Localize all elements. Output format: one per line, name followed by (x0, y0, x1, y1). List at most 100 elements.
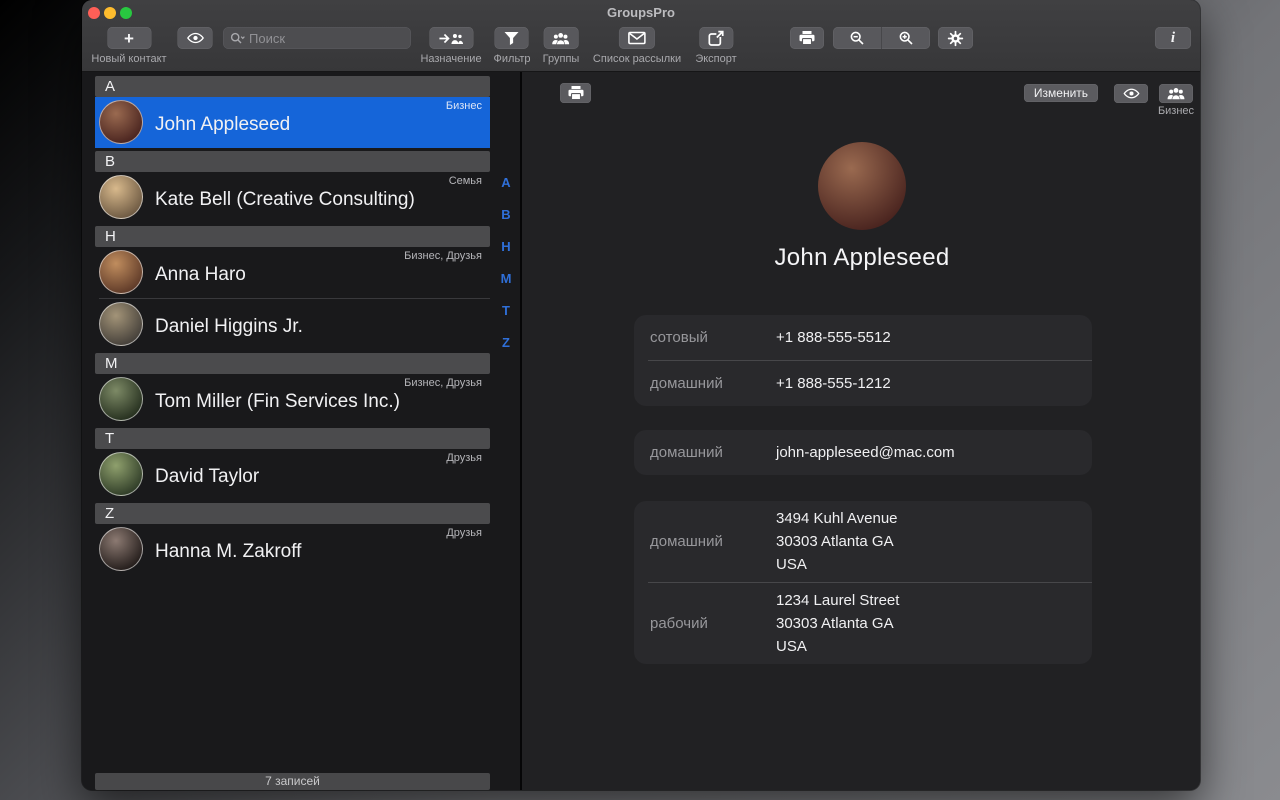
settings-button[interactable] (938, 27, 973, 49)
contact-name: David Taylor (155, 465, 259, 487)
filter-button[interactable] (495, 27, 529, 49)
contact-name: Hanna M. Zakroff (155, 540, 301, 562)
field-label: сотовый (650, 329, 776, 346)
card-row[interactable]: домашнийjohn-appleseed@mac.com (634, 430, 1092, 475)
contact-list-pane: A John Appleseed Бизнес BKate Bell (Creativ… (82, 72, 520, 790)
card-row[interactable]: рабочий1234 Laurel Street30303 Atlanta G… (634, 583, 1092, 664)
contact-tags: Бизнес, Друзья (404, 250, 482, 262)
contact-row[interactable]: Anna Haro Бизнес, Друзья (95, 247, 490, 298)
groups-button[interactable] (544, 27, 579, 49)
field-label: домашний (650, 375, 776, 392)
avatar (99, 527, 143, 571)
field-value: +1 888-555-1212 (776, 372, 891, 395)
field-value: +1 888-555-5512 (776, 326, 891, 349)
section-header: T (95, 428, 490, 449)
avatar (99, 100, 143, 144)
contact-row[interactable]: David TaylorДрузья (95, 449, 490, 500)
filter-icon (504, 31, 520, 46)
envelope-icon (628, 31, 646, 45)
contact-row[interactable]: Tom Miller (Fin Services Inc.)Бизнес, Др… (95, 374, 490, 425)
avatar (99, 452, 143, 496)
value-line: 30303 Atlanta GA (776, 530, 898, 553)
groups-tool: Группы (543, 27, 580, 65)
section-header: Z (95, 503, 490, 524)
zoom-out-button[interactable] (833, 27, 882, 49)
contact-row[interactable]: Kate Bell (Creative Consulting)Семья (95, 172, 490, 223)
contact-name: Daniel Higgins Jr. (155, 315, 303, 337)
contact-detail-pane: Изменить Бизнес John Appleseed сотовый+1… (522, 72, 1200, 790)
contact-row[interactable]: Daniel Higgins Jr. (95, 299, 490, 350)
value-line: 30303 Atlanta GA (776, 612, 899, 635)
gear-icon (947, 30, 964, 47)
index-letter[interactable]: Z (494, 330, 518, 362)
contact-tags: Семья (449, 175, 482, 187)
groups-icon (551, 31, 571, 46)
info-button[interactable]: i (1155, 27, 1191, 49)
section-header: M (95, 353, 490, 374)
contact-section: BKate Bell (Creative Consulting)Семья (95, 151, 490, 223)
assign-arrow-people-icon (438, 31, 464, 46)
field-label: домашний (650, 533, 776, 550)
value-line: 1234 Laurel Street (776, 589, 899, 612)
contact-row[interactable]: Hanna M. Zakroff Друзья (95, 524, 490, 575)
assign-tool: Назначение (420, 27, 481, 65)
card-row[interactable]: домашний+1 888-555-1212 (634, 361, 1092, 406)
eye-icon (1123, 87, 1140, 100)
filter-label: Фильтр (494, 54, 531, 65)
detail-print-button[interactable] (560, 83, 591, 103)
export-tool: Экспорт (695, 27, 736, 65)
contact-name: John Appleseed (155, 113, 290, 135)
field-label: домашний (650, 444, 776, 461)
contact-tags: Друзья (446, 527, 482, 539)
phone-card: сотовый+1 888-555-5512домашний+1 888-555… (634, 315, 1092, 406)
contact-tags: Бизнес (446, 100, 482, 112)
search-icon (230, 32, 245, 45)
contact-tags: Бизнес, Друзья (404, 377, 482, 389)
value-line: USA (776, 553, 898, 576)
address-card: домашний3494 Kuhl Avenue30303 Atlanta GA… (634, 501, 1092, 664)
info-icon: i (1171, 30, 1175, 47)
edit-button[interactable]: Изменить (1024, 84, 1098, 102)
assign-button[interactable] (429, 27, 473, 49)
print-button[interactable] (790, 27, 824, 49)
value-line: 3494 Kuhl Avenue (776, 507, 898, 530)
preview-tool (178, 27, 213, 49)
contact-row[interactable]: John Appleseed Бизнес (95, 97, 490, 148)
index-letter[interactable]: T (494, 298, 518, 330)
eye-icon (186, 31, 204, 45)
avatar (99, 175, 143, 219)
avatar (99, 302, 143, 346)
card-row[interactable]: сотовый+1 888-555-5512 (634, 315, 1092, 360)
search-input[interactable] (249, 31, 425, 46)
detail-preview-button[interactable] (1114, 84, 1148, 103)
detail-groups-button[interactable] (1159, 84, 1193, 103)
value-line: USA (776, 635, 899, 658)
index-letter[interactable]: H (494, 234, 518, 266)
preview-button[interactable] (178, 27, 213, 49)
plus-icon: + (124, 30, 134, 47)
assign-label: Назначение (420, 54, 481, 65)
section-header: A (95, 76, 490, 97)
contact-list: A John Appleseed Бизнес BKate Bell (Creativ… (95, 76, 490, 578)
index-letter[interactable]: M (494, 266, 518, 298)
print-icon (798, 30, 816, 46)
record-count: 7 записей (95, 773, 490, 790)
search-field[interactable] (223, 27, 411, 49)
mailing-list-tool: Список рассылки (593, 27, 681, 65)
email-card: домашнийjohn-appleseed@mac.com (634, 430, 1092, 475)
new-contact-button[interactable]: + (107, 27, 151, 49)
contact-name: Anna Haro (155, 263, 246, 285)
section-header: H (95, 226, 490, 247)
avatar (99, 377, 143, 421)
contact-section: TDavid TaylorДрузья (95, 428, 490, 500)
filter-tool: Фильтр (494, 27, 531, 65)
zoom-in-button[interactable] (882, 27, 930, 49)
window-title: GroupsPro (82, 5, 1200, 20)
card-row[interactable]: домашний3494 Kuhl Avenue30303 Atlanta GA… (634, 501, 1092, 582)
mailing-list-button[interactable] (619, 27, 655, 49)
field-label: рабочий (650, 615, 776, 632)
export-button[interactable] (699, 27, 733, 49)
index-letter[interactable]: A (494, 170, 518, 202)
section-header: B (95, 151, 490, 172)
index-letter[interactable]: B (494, 202, 518, 234)
